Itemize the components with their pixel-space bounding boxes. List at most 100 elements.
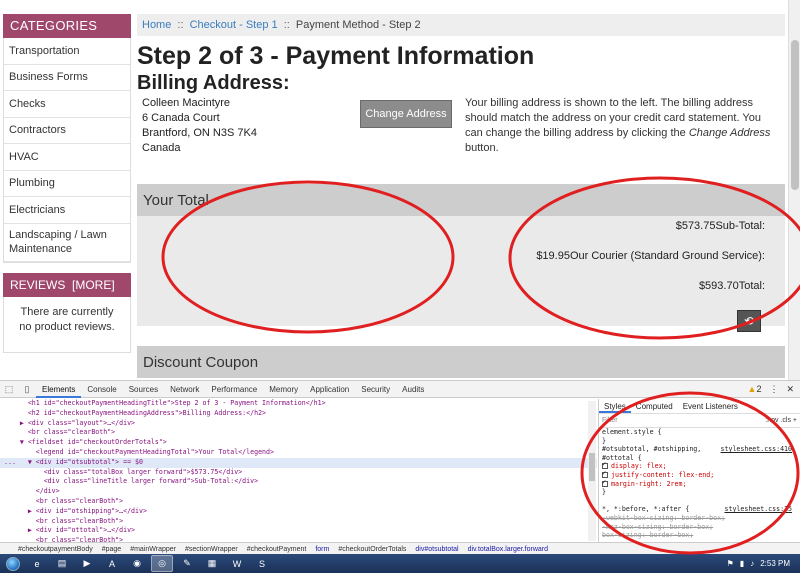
web-page: CATEGORIES Transportation Business Forms… (0, 0, 800, 380)
reviews-heading: REVIEWS [MORE] (3, 272, 131, 297)
discount-coupon-legend: Discount Coupon (137, 346, 785, 378)
dom-node-line[interactable]: <legend id="checkoutPaymentHeadingTotal"… (0, 448, 597, 458)
sidebar-item-checks[interactable]: Checks (4, 91, 130, 118)
subtotal-value: $573.75 (675, 220, 716, 232)
breadcrumb-home[interactable]: Home (142, 19, 171, 31)
dom-breadcrumb-node[interactable]: #sectionWrapper (185, 546, 238, 553)
system-tray: ⚑ ▮ ♪ 2:53 PM (727, 559, 800, 568)
more-options-icon[interactable]: ⋮ (769, 384, 778, 395)
tab-network[interactable]: Network (164, 381, 205, 398)
categories-list: Transportation Business Forms Checks Con… (3, 38, 131, 263)
tab-security[interactable]: Security (355, 381, 396, 398)
dom-node-line[interactable]: ▶ <div class="layout">…</div> (0, 419, 597, 429)
close-devtools-icon[interactable]: ✕ (786, 384, 794, 395)
dom-node-line[interactable]: ... ▼ <div id="otsubtotal"> == $0 (0, 457, 597, 468)
billing-address: Colleen Macintyre 6 Canada Court Brantfo… (142, 96, 257, 156)
change-address-button[interactable]: Change Address (360, 100, 452, 128)
start-button[interactable] (0, 554, 26, 573)
tab-styles[interactable]: Styles (599, 399, 631, 413)
style-rule-text: #ottotal { (602, 453, 642, 462)
pdf-icon[interactable]: A (101, 555, 123, 572)
skype-icon[interactable]: S (251, 555, 273, 572)
dom-breadcrumb-node[interactable]: #checkoutpaymentBody (18, 546, 93, 553)
dom-node-line[interactable]: <h2 id="checkoutPaymentHeadingAddress">B… (0, 409, 597, 419)
dom-node-line[interactable]: <br class="clearBoth"> (0, 497, 597, 507)
dom-breadcrumb-node[interactable]: #mainWrapper (130, 546, 176, 553)
page-scrollbar-thumb[interactable] (791, 40, 799, 190)
sidebar-item-contractors[interactable]: Contractors (4, 118, 130, 144)
dom-node-line[interactable]: <br class="clearBoth"> (0, 517, 597, 527)
clock[interactable]: 2:53 PM (760, 559, 790, 568)
folder-icon[interactable]: ▤ (51, 555, 73, 572)
style-rule-text: #otsubtotal, #otshipping, (602, 445, 702, 454)
tab-sources[interactable]: Sources (123, 381, 164, 398)
tab-console[interactable]: Console (81, 381, 122, 398)
device-toggle-icon[interactable]: ▯ (18, 384, 36, 395)
media-icon[interactable]: ▶ (76, 555, 98, 572)
tab-elements[interactable]: Elements (36, 381, 82, 398)
tab-performance[interactable]: Performance (205, 381, 263, 398)
dom-breadcrumb-node[interactable]: #checkoutPayment (247, 546, 307, 553)
filter-input[interactable]: Filter (602, 417, 618, 424)
style-rules: element.style {} #otsubtotal, #otshipping… (599, 428, 800, 540)
filter-controls[interactable]: :hov .cls + (765, 417, 797, 424)
dom-breadcrumb-node[interactable]: div.totalBox.larger.forward (468, 546, 548, 553)
dom-tree[interactable]: <h1 id="checkoutPaymentHeadingTitle">Ste… (0, 399, 597, 542)
sidebar-item-transportation[interactable]: Transportation (4, 38, 130, 65)
style-rule-text: element.style { (602, 428, 662, 436)
page-scrollbar[interactable] (788, 0, 800, 380)
calc-icon[interactable]: ▦ (201, 555, 223, 572)
reviews-title: REVIEWS (10, 277, 66, 292)
volume-icon[interactable]: ♪ (750, 559, 754, 568)
address-street: 6 Canada Court (142, 112, 220, 124)
firefox-icon[interactable]: ◉ (126, 555, 148, 572)
tab-memory[interactable]: Memory (263, 381, 304, 398)
chrome-icon[interactable]: ◎ (151, 555, 173, 572)
style-rule-line: *, *:before, *:after {stylesheet.css:15 (599, 505, 800, 514)
sidebar-item-electricians[interactable]: Electricians (4, 197, 130, 224)
dom-breadcrumb-node[interactable]: form (315, 546, 329, 553)
reviews-more-link[interactable]: [MORE] (72, 278, 115, 292)
dom-node-line[interactable]: <h1 id="checkoutPaymentHeadingTitle">Ste… (0, 399, 597, 409)
word-icon[interactable]: W (226, 555, 248, 572)
paint-icon[interactable]: ✎ (176, 555, 198, 572)
network-icon[interactable]: ▮ (740, 559, 744, 568)
dom-node-line[interactable]: ▶ <div id="ottotal">…</div> (0, 526, 597, 536)
sidebar-item-plumbing[interactable]: Plumbing (4, 171, 130, 197)
dom-scrollbar[interactable] (588, 401, 596, 541)
dom-breadcrumb-node[interactable]: div#otsubtotal (415, 546, 458, 553)
tab-event-listeners[interactable]: Event Listeners (678, 399, 743, 413)
dom-node-line[interactable]: <div class="lineTitle larger forward">Su… (0, 477, 597, 487)
categories-heading: CATEGORIES (3, 14, 131, 38)
inspect-icon[interactable]: ⬚ (0, 384, 18, 395)
dom-breadcrumb-node[interactable]: #page (102, 546, 121, 553)
sidebar-item-landscaping[interactable]: Landscaping / Lawn Maintenance (4, 224, 130, 262)
dom-breadcrumb-node[interactable]: #checkoutOrderTotals (338, 546, 406, 553)
billing-note-text-end: button. (465, 142, 499, 154)
dom-node-line[interactable]: ▶ <div id="otshipping">…</div> (0, 507, 597, 517)
style-rule-line: -webkit-box-sizing: border-box; (599, 514, 800, 523)
property-checkbox[interactable] (602, 478, 608, 487)
stylesheet-link[interactable]: stylesheet.css:15 (725, 505, 800, 514)
total-label: Total: (738, 280, 765, 292)
dom-node-line[interactable]: ▼ <fieldset id="checkoutOrderTotals"> (0, 438, 597, 448)
your-total-legend: Your Total (137, 184, 785, 216)
dom-node-line[interactable]: <div class="totalBox larger forward">$57… (0, 468, 597, 478)
styles-tabs: Styles Computed Event Listeners (599, 399, 800, 414)
warning-badge[interactable]: ▲2 (748, 384, 762, 394)
stylesheet-link[interactable]: stylesheet.css:410 (721, 445, 800, 454)
sidebar-item-hvac[interactable]: HVAC (4, 144, 130, 171)
flag-icon[interactable]: ⚑ (727, 559, 734, 568)
ie-icon[interactable]: e (26, 555, 48, 572)
dom-scrollbar-thumb[interactable] (589, 453, 595, 481)
sidebar-item-business-forms[interactable]: Business Forms (4, 65, 130, 91)
tab-audits[interactable]: Audits (396, 381, 430, 398)
breadcrumb-checkout[interactable]: Checkout - Step 1 (190, 19, 278, 31)
tab-application[interactable]: Application (304, 381, 355, 398)
dom-node-line[interactable]: <br class="clearBoth"> (0, 428, 597, 438)
refresh-icon[interactable]: ⟲ (737, 310, 761, 332)
tab-computed[interactable]: Computed (631, 399, 678, 413)
devtools-toolbar: ⬚ ▯ Elements Console Sources Network Per… (0, 381, 800, 398)
order-totals: Your Total $573.75Sub-Total: $19.95Our C… (137, 184, 785, 332)
dom-node-line[interactable]: </div> (0, 487, 597, 497)
